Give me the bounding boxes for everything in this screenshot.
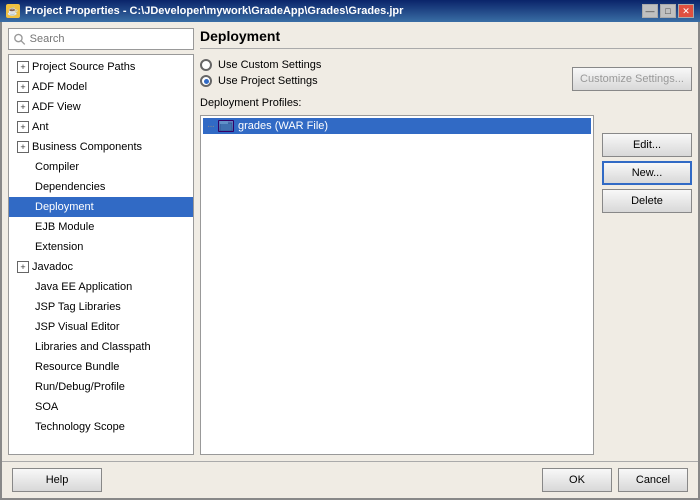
nav-item-label: Resource Bundle: [35, 359, 119, 375]
deployment-section: ··· grades (WAR File) Edit... New... Dele…: [200, 115, 692, 455]
profile-label: grades (WAR File): [238, 120, 328, 132]
profile-dots: ···: [207, 121, 214, 132]
radio-custom-row[interactable]: Use Custom Settings: [200, 59, 321, 71]
nav-item-label: Run/Debug/Profile: [35, 379, 125, 395]
app-icon: ☕: [6, 4, 20, 18]
radio-custom-label: Use Custom Settings: [218, 59, 321, 71]
radio-project-label: Use Project Settings: [218, 75, 318, 87]
window-controls: — □ ✕: [642, 4, 694, 18]
nav-item-label: Project Source Paths: [32, 59, 135, 75]
nav-item-resource-bundle[interactable]: Resource Bundle: [9, 357, 193, 377]
nav-item-label: Deployment: [35, 199, 94, 215]
nav-item-label: Java EE Application: [35, 279, 132, 295]
nav-item-label: Dependencies: [35, 179, 105, 195]
edit-button[interactable]: Edit...: [602, 133, 692, 157]
nav-item-extension[interactable]: Extension: [9, 237, 193, 257]
nav-item-libraries-classpath[interactable]: Libraries and Classpath: [9, 337, 193, 357]
help-button[interactable]: Help: [12, 468, 102, 492]
nav-item-adf-model[interactable]: +ADF Model: [9, 77, 193, 97]
profile-item-grades-war[interactable]: ··· grades (WAR File): [203, 118, 591, 134]
nav-item-label: Technology Scope: [35, 419, 125, 435]
nav-item-label: Compiler: [35, 159, 79, 175]
profiles-label: Deployment Profiles:: [200, 97, 692, 109]
nav-item-business-components[interactable]: +Business Components: [9, 137, 193, 157]
action-buttons: Edit... New... Delete: [602, 115, 692, 455]
nav-item-jsp-tag-libraries[interactable]: JSP Tag Libraries: [9, 297, 193, 317]
minimize-button[interactable]: —: [642, 4, 658, 18]
nav-item-label: SOA: [35, 399, 58, 415]
customize-settings-button[interactable]: Customize Settings...: [572, 67, 692, 91]
nav-item-ejb-module[interactable]: EJB Module: [9, 217, 193, 237]
nav-tree: +Project Source Paths+ADF Model+ADF View…: [8, 54, 194, 455]
search-box: [8, 28, 194, 50]
nav-item-dependencies[interactable]: Dependencies: [9, 177, 193, 197]
nav-item-label: JSP Tag Libraries: [35, 299, 121, 315]
expand-icon[interactable]: +: [17, 141, 29, 153]
panel-title: Deployment: [200, 28, 692, 49]
expand-icon[interactable]: +: [17, 261, 29, 273]
nav-item-label: JSP Visual Editor: [35, 319, 120, 335]
nav-item-run-debug-profile[interactable]: Run/Debug/Profile: [9, 377, 193, 397]
main-content: +Project Source Paths+ADF Model+ADF View…: [2, 22, 698, 461]
nav-item-technology-scope[interactable]: Technology Scope: [9, 417, 193, 437]
title-bar: ☕ Project Properties - C:\JDeveloper\myw…: [0, 0, 700, 22]
search-icon: [13, 32, 26, 46]
nav-item-label: ADF Model: [32, 79, 87, 95]
nav-item-label: Extension: [35, 239, 83, 255]
cancel-button[interactable]: Cancel: [618, 468, 688, 492]
nav-item-adf-view[interactable]: +ADF View: [9, 97, 193, 117]
radio-group: Use Custom Settings Use Project Settings: [200, 55, 321, 91]
expand-icon[interactable]: +: [17, 101, 29, 113]
profiles-list: ··· grades (WAR File): [200, 115, 594, 455]
expand-icon[interactable]: +: [17, 81, 29, 93]
dialog-body: +Project Source Paths+ADF Model+ADF View…: [0, 22, 700, 500]
nav-item-label: Ant: [32, 119, 49, 135]
nav-item-label: ADF View: [32, 99, 81, 115]
nav-item-java-ee-application[interactable]: Java EE Application: [9, 277, 193, 297]
nav-item-project-source-paths[interactable]: +Project Source Paths: [9, 57, 193, 77]
nav-item-ant[interactable]: +Ant: [9, 117, 193, 137]
nav-item-javadoc[interactable]: +Javadoc: [9, 257, 193, 277]
profiles-area: ··· grades (WAR File): [200, 115, 594, 455]
nav-item-label: Javadoc: [32, 259, 73, 275]
nav-item-label: Libraries and Classpath: [35, 339, 151, 355]
nav-item-soa[interactable]: SOA: [9, 397, 193, 417]
left-panel: +Project Source Paths+ADF Model+ADF View…: [8, 28, 194, 455]
close-button[interactable]: ✕: [678, 4, 694, 18]
search-input[interactable]: [30, 33, 189, 45]
nav-item-label: EJB Module: [35, 219, 94, 235]
new-button[interactable]: New...: [602, 161, 692, 185]
window-title: Project Properties - C:\JDeveloper\mywor…: [25, 5, 403, 17]
maximize-button[interactable]: □: [660, 4, 676, 18]
profile-icon: [218, 120, 234, 132]
nav-item-deployment[interactable]: Deployment: [9, 197, 193, 217]
nav-item-label: Business Components: [32, 139, 142, 155]
nav-item-jsp-visual-editor[interactable]: JSP Visual Editor: [9, 317, 193, 337]
ok-button[interactable]: OK: [542, 468, 612, 492]
delete-button[interactable]: Delete: [602, 189, 692, 213]
bottom-bar: Help OK Cancel: [2, 461, 698, 498]
radio-custom[interactable]: [200, 59, 212, 71]
radio-project-row[interactable]: Use Project Settings: [200, 75, 321, 87]
right-panel: Deployment Use Custom Settings Use Proje…: [200, 28, 692, 455]
bottom-right-buttons: OK Cancel: [542, 468, 688, 492]
radio-project[interactable]: [200, 75, 212, 87]
nav-item-compiler[interactable]: Compiler: [9, 157, 193, 177]
expand-icon[interactable]: +: [17, 61, 29, 73]
expand-icon[interactable]: +: [17, 121, 29, 133]
